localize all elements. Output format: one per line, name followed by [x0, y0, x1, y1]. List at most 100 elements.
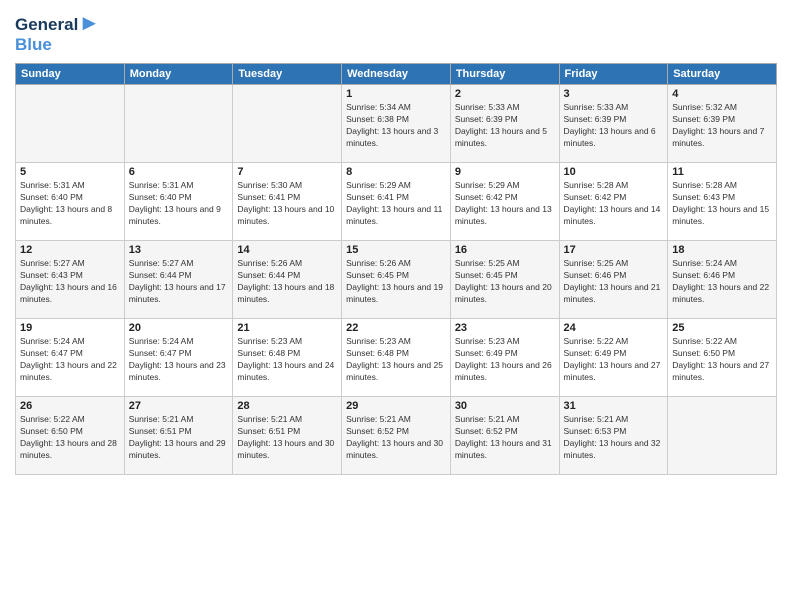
calendar-cell: 29 Sunrise: 5:21 AM Sunset: 6:52 PM Dayli… [342, 396, 451, 474]
day-number: 27 [129, 400, 229, 412]
day-info: Sunrise: 5:31 AM Sunset: 6:40 PM Dayligh… [20, 180, 120, 228]
day-info: Sunrise: 5:26 AM Sunset: 6:45 PM Dayligh… [346, 258, 446, 306]
day-info: Sunrise: 5:34 AM Sunset: 6:38 PM Dayligh… [346, 102, 446, 150]
calendar-cell: 25 Sunrise: 5:22 AM Sunset: 6:50 PM Dayli… [668, 318, 777, 396]
header-day-sunday: Sunday [16, 63, 125, 84]
calendar-cell: 20 Sunrise: 5:24 AM Sunset: 6:47 PM Dayli… [124, 318, 233, 396]
header-day-thursday: Thursday [450, 63, 559, 84]
header-day-monday: Monday [124, 63, 233, 84]
day-number: 14 [237, 244, 337, 256]
day-number: 13 [129, 244, 229, 256]
day-number: 26 [20, 400, 120, 412]
header-day-friday: Friday [559, 63, 668, 84]
calendar-table: SundayMondayTuesdayWednesdayThursdayFrid… [15, 63, 777, 475]
calendar-cell: 18 Sunrise: 5:24 AM Sunset: 6:46 PM Dayli… [668, 240, 777, 318]
day-info: Sunrise: 5:24 AM Sunset: 6:47 PM Dayligh… [129, 336, 229, 384]
calendar-cell: 31 Sunrise: 5:21 AM Sunset: 6:53 PM Dayli… [559, 396, 668, 474]
day-number: 10 [564, 166, 664, 178]
day-info: Sunrise: 5:21 AM Sunset: 6:53 PM Dayligh… [564, 414, 664, 462]
day-number: 2 [455, 88, 555, 100]
calendar-cell: 15Sunrise: 5:26 AM Sunset: 6:45 PM Dayli… [342, 240, 451, 318]
day-number: 29 [346, 400, 446, 412]
day-number: 20 [129, 322, 229, 334]
calendar-cell [668, 396, 777, 474]
calendar-cell: 11 Sunrise: 5:28 AM Sunset: 6:43 PM Dayli… [668, 162, 777, 240]
day-info: Sunrise: 5:25 AM Sunset: 6:46 PM Dayligh… [564, 258, 664, 306]
calendar-cell: 9 Sunrise: 5:29 AM Sunset: 6:42 PM Daylig… [450, 162, 559, 240]
day-info: Sunrise: 5:27 AM Sunset: 6:43 PM Dayligh… [20, 258, 120, 306]
day-info: Sunrise: 5:29 AM Sunset: 6:42 PM Dayligh… [455, 180, 555, 228]
calendar-cell: 2 Sunrise: 5:33 AM Sunset: 6:39 PM Daylig… [450, 84, 559, 162]
calendar-cell: 22 Sunrise: 5:23 AM Sunset: 6:48 PM Dayli… [342, 318, 451, 396]
day-number: 12 [20, 244, 120, 256]
header-day-saturday: Saturday [668, 63, 777, 84]
calendar-cell: 23Sunrise: 5:23 AM Sunset: 6:49 PM Dayli… [450, 318, 559, 396]
day-number: 5 [20, 166, 120, 178]
day-info: Sunrise: 5:30 AM Sunset: 6:41 PM Dayligh… [237, 180, 337, 228]
day-info: Sunrise: 5:25 AM Sunset: 6:45 PM Dayligh… [455, 258, 555, 306]
day-number: 18 [672, 244, 772, 256]
day-number: 9 [455, 166, 555, 178]
calendar-cell: 1 Sunrise: 5:34 AM Sunset: 6:38 PM Daylig… [342, 84, 451, 162]
day-info: Sunrise: 5:27 AM Sunset: 6:44 PM Dayligh… [129, 258, 229, 306]
day-number: 4 [672, 88, 772, 100]
day-info: Sunrise: 5:23 AM Sunset: 6:48 PM Dayligh… [346, 336, 446, 384]
day-number: 30 [455, 400, 555, 412]
day-info: Sunrise: 5:33 AM Sunset: 6:39 PM Dayligh… [564, 102, 664, 150]
day-info: Sunrise: 5:22 AM Sunset: 6:50 PM Dayligh… [672, 336, 772, 384]
calendar-cell: 7 Sunrise: 5:30 AM Sunset: 6:41 PM Daylig… [233, 162, 342, 240]
day-number: 3 [564, 88, 664, 100]
day-number: 6 [129, 166, 229, 178]
calendar-cell: 6Sunrise: 5:31 AM Sunset: 6:40 PM Daylig… [124, 162, 233, 240]
calendar-cell: 14Sunrise: 5:26 AM Sunset: 6:44 PM Dayli… [233, 240, 342, 318]
day-number: 31 [564, 400, 664, 412]
calendar-cell: 4 Sunrise: 5:32 AM Sunset: 6:39 PM Daylig… [668, 84, 777, 162]
day-info: Sunrise: 5:21 AM Sunset: 6:51 PM Dayligh… [237, 414, 337, 462]
calendar-cell: 17 Sunrise: 5:25 AM Sunset: 6:46 PM Dayli… [559, 240, 668, 318]
week-row-4: 19 Sunrise: 5:24 AM Sunset: 6:47 PM Dayli… [16, 318, 777, 396]
day-info: Sunrise: 5:23 AM Sunset: 6:49 PM Dayligh… [455, 336, 555, 384]
logo-line2: Blue [15, 35, 100, 55]
logo: General► Blue [15, 10, 100, 55]
day-info: Sunrise: 5:32 AM Sunset: 6:39 PM Dayligh… [672, 102, 772, 150]
calendar-cell: 21Sunrise: 5:23 AM Sunset: 6:48 PM Dayli… [233, 318, 342, 396]
calendar-cell: 12 Sunrise: 5:27 AM Sunset: 6:43 PM Dayli… [16, 240, 125, 318]
week-row-2: 5 Sunrise: 5:31 AM Sunset: 6:40 PM Daylig… [16, 162, 777, 240]
calendar-cell: 3 Sunrise: 5:33 AM Sunset: 6:39 PM Daylig… [559, 84, 668, 162]
calendar-cell [124, 84, 233, 162]
day-info: Sunrise: 5:22 AM Sunset: 6:50 PM Dayligh… [20, 414, 120, 462]
day-number: 28 [237, 400, 337, 412]
week-row-3: 12 Sunrise: 5:27 AM Sunset: 6:43 PM Dayli… [16, 240, 777, 318]
day-number: 25 [672, 322, 772, 334]
day-number: 11 [672, 166, 772, 178]
day-info: Sunrise: 5:28 AM Sunset: 6:43 PM Dayligh… [672, 180, 772, 228]
day-info: Sunrise: 5:24 AM Sunset: 6:46 PM Dayligh… [672, 258, 772, 306]
day-info: Sunrise: 5:21 AM Sunset: 6:52 PM Dayligh… [455, 414, 555, 462]
calendar-cell: 26 Sunrise: 5:22 AM Sunset: 6:50 PM Dayli… [16, 396, 125, 474]
day-number: 19 [20, 322, 120, 334]
day-info: Sunrise: 5:21 AM Sunset: 6:52 PM Dayligh… [346, 414, 446, 462]
day-info: Sunrise: 5:33 AM Sunset: 6:39 PM Dayligh… [455, 102, 555, 150]
day-info: Sunrise: 5:24 AM Sunset: 6:47 PM Dayligh… [20, 336, 120, 384]
calendar-cell: 16Sunrise: 5:25 AM Sunset: 6:45 PM Dayli… [450, 240, 559, 318]
day-number: 17 [564, 244, 664, 256]
day-info: Sunrise: 5:29 AM Sunset: 6:41 PM Dayligh… [346, 180, 446, 228]
day-info: Sunrise: 5:22 AM Sunset: 6:49 PM Dayligh… [564, 336, 664, 384]
day-number: 21 [237, 322, 337, 334]
header-row: SundayMondayTuesdayWednesdayThursdayFrid… [16, 63, 777, 84]
day-number: 1 [346, 88, 446, 100]
calendar-cell: 5 Sunrise: 5:31 AM Sunset: 6:40 PM Daylig… [16, 162, 125, 240]
day-number: 24 [564, 322, 664, 334]
calendar-cell [16, 84, 125, 162]
day-number: 8 [346, 166, 446, 178]
calendar-cell: 10Sunrise: 5:28 AM Sunset: 6:42 PM Dayli… [559, 162, 668, 240]
header-day-wednesday: Wednesday [342, 63, 451, 84]
calendar-cell: 13 Sunrise: 5:27 AM Sunset: 6:44 PM Dayli… [124, 240, 233, 318]
day-info: Sunrise: 5:21 AM Sunset: 6:51 PM Dayligh… [129, 414, 229, 462]
calendar-cell: 8 Sunrise: 5:29 AM Sunset: 6:41 PM Daylig… [342, 162, 451, 240]
day-number: 22 [346, 322, 446, 334]
calendar-cell: 28 Sunrise: 5:21 AM Sunset: 6:51 PM Dayli… [233, 396, 342, 474]
day-number: 7 [237, 166, 337, 178]
header: General► Blue [15, 10, 777, 55]
calendar-cell: 27 Sunrise: 5:21 AM Sunset: 6:51 PM Dayli… [124, 396, 233, 474]
